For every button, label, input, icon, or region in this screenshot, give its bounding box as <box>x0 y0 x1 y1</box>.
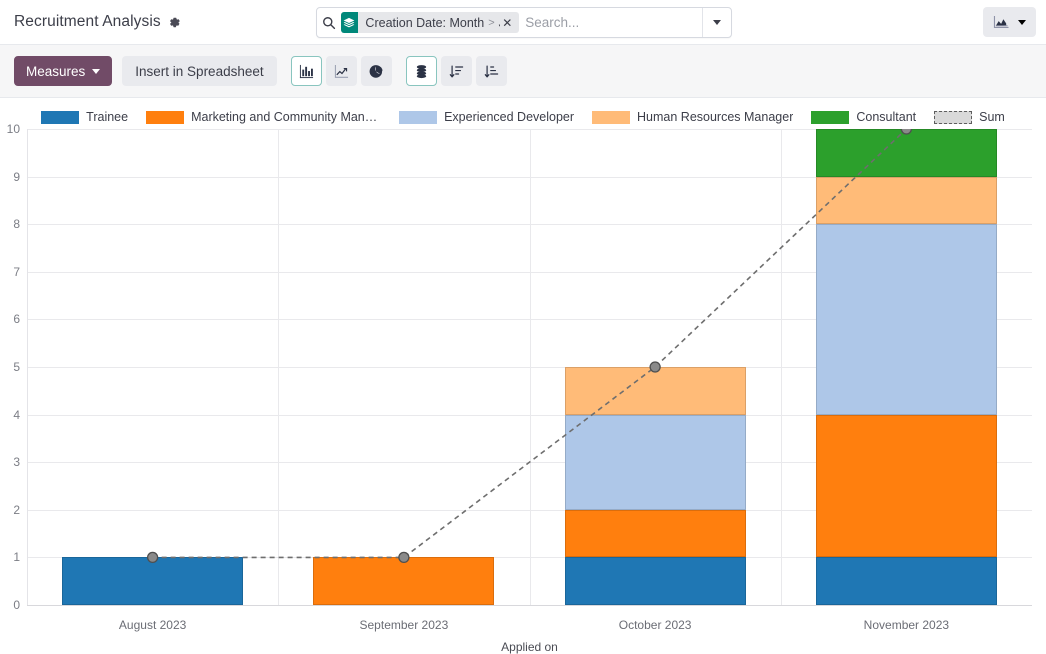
stacked-icon[interactable] <box>406 56 437 86</box>
x-axis-tick-label: August 2023 <box>119 618 186 632</box>
legend-label: Sum <box>979 110 1005 124</box>
category-separator <box>530 129 531 605</box>
bar-segment[interactable] <box>565 415 746 510</box>
search-dropdown-toggle[interactable] <box>702 8 731 37</box>
sort-descending-icon[interactable] <box>441 56 472 86</box>
measures-button[interactable]: Measures <box>14 56 112 86</box>
y-axis-line <box>27 129 28 605</box>
legend-swatch <box>811 111 849 124</box>
legend-label: Trainee <box>86 110 128 124</box>
chevron-down-icon <box>1018 20 1026 25</box>
legend-label: Human Resources Manager <box>637 110 793 124</box>
y-axis-tick-label: 5 <box>13 360 20 374</box>
bar-segment[interactable] <box>565 510 746 558</box>
legend-swatch <box>934 111 972 124</box>
pie-chart-icon[interactable] <box>361 56 392 86</box>
legend-item[interactable]: Consultant <box>811 110 916 124</box>
y-axis-tick-label: 1 <box>13 550 20 564</box>
legend-label: Consultant <box>856 110 916 124</box>
x-axis-tick-label: September 2023 <box>360 618 449 632</box>
graph-view-icon <box>993 15 1010 30</box>
bar-segment[interactable] <box>816 129 997 177</box>
view-switcher-button[interactable] <box>983 7 1036 37</box>
layers-icon <box>341 12 359 33</box>
facet-remove-icon[interactable]: ✕ <box>500 12 519 33</box>
facet-separator: > <box>488 17 494 29</box>
facet-label: Creation Date: Month > Jobs <box>358 12 500 33</box>
y-axis-tick-label: 0 <box>13 598 20 612</box>
legend-item[interactable]: Marketing and Community Manage... <box>146 110 381 124</box>
category-separator <box>278 129 279 605</box>
bar-segment[interactable] <box>816 177 997 225</box>
y-axis-tick-label: 6 <box>13 312 20 326</box>
bar-segment[interactable] <box>565 557 746 605</box>
breadcrumb: Recruitment Analysis <box>0 13 181 31</box>
x-axis-tick-label: October 2023 <box>619 618 692 632</box>
chevron-down-icon <box>713 20 721 25</box>
legend-swatch <box>146 111 184 124</box>
y-axis-tick-label: 3 <box>13 455 20 469</box>
bar-segment[interactable] <box>816 415 997 558</box>
legend-label: Experienced Developer <box>444 110 574 124</box>
sort-ascending-icon[interactable] <box>476 56 507 86</box>
y-axis-tick-label: 8 <box>13 217 20 231</box>
bar-segment[interactable] <box>816 557 997 605</box>
measures-label: Measures <box>26 64 85 79</box>
y-axis-tick-label: 10 <box>7 122 20 136</box>
bar-segment[interactable] <box>816 224 997 414</box>
gridline: 0 <box>27 605 1032 606</box>
chart-toolbar: Measures Insert in Spreadsheet <box>0 45 1046 98</box>
bar-segment[interactable] <box>62 557 243 605</box>
page-title: Recruitment Analysis <box>14 13 161 31</box>
bar-segment[interactable] <box>313 557 494 605</box>
plot-area[interactable]: 012345678910August 2023September 2023Oct… <box>27 129 1032 605</box>
bar-segment[interactable] <box>565 367 746 415</box>
legend-swatch <box>592 111 630 124</box>
insert-in-spreadsheet-button[interactable]: Insert in Spreadsheet <box>122 56 276 86</box>
category-separator <box>781 129 782 605</box>
search-view[interactable]: Creation Date: Month > Jobs ✕ <box>316 7 732 38</box>
bar-chart-icon[interactable] <box>291 56 322 86</box>
legend-swatch <box>399 111 437 124</box>
search-facet[interactable]: Creation Date: Month > Jobs ✕ <box>341 12 520 33</box>
y-axis-tick-label: 2 <box>13 503 20 517</box>
legend-item[interactable]: Human Resources Manager <box>592 110 793 124</box>
chart-legend: Trainee Marketing and Community Manage...… <box>0 106 1046 128</box>
legend-item[interactable]: Experienced Developer <box>399 110 574 124</box>
y-axis-tick-label: 9 <box>13 170 20 184</box>
y-axis-tick-label: 4 <box>13 408 20 422</box>
chart-region: Trainee Marketing and Community Manage...… <box>0 98 1046 652</box>
control-panel-right <box>983 7 1036 37</box>
x-axis-tick-label: November 2023 <box>864 618 949 632</box>
control-panel: Recruitment Analysis Cr <box>0 0 1046 45</box>
x-axis-title: Applied on <box>27 640 1032 654</box>
facet-field: Creation Date: Month <box>365 16 484 30</box>
legend-label: Marketing and Community Manage... <box>191 110 381 124</box>
gear-icon[interactable] <box>168 16 181 29</box>
legend-swatch <box>41 111 79 124</box>
legend-item[interactable]: Sum <box>934 110 1005 124</box>
search-input[interactable] <box>525 15 702 30</box>
search-icon[interactable] <box>317 16 341 30</box>
y-axis-tick-label: 7 <box>13 265 20 279</box>
legend-item[interactable]: Trainee <box>41 110 128 124</box>
chevron-down-icon <box>92 69 100 74</box>
chart-type-group <box>291 56 392 86</box>
chart-options-group <box>406 56 507 86</box>
line-chart-icon[interactable] <box>326 56 357 86</box>
